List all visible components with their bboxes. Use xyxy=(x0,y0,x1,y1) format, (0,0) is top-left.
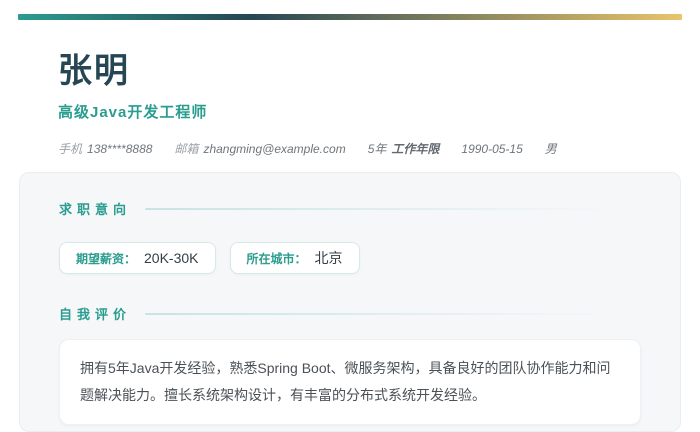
email-value: zhangming@example.com xyxy=(203,142,346,157)
candidate-job-title: 高级Java开发工程师 xyxy=(58,104,208,122)
birth-date-value: 1990-05-15 xyxy=(461,142,523,157)
salary-pill-value: 20K-30K xyxy=(144,250,199,266)
experience-value: 5年 xyxy=(367,142,387,157)
salary-pill-label: 期望薪资： xyxy=(76,251,137,266)
job-intention-pills: 期望薪资： 20K-30K 所在城市： 北京 xyxy=(59,242,641,274)
resume-body-card: 求职意向 期望薪资： 20K-30K 所在城市： 北京 自我评价 拥有5年Jav… xyxy=(19,172,681,432)
gender-value: 男 xyxy=(544,142,557,157)
self-evaluation-text: 拥有5年Java开发经验，熟悉Spring Boot、微服务架构，具备良好的团队… xyxy=(80,360,611,403)
phone-label: 手机 xyxy=(58,142,83,157)
contact-birth-date: 1990-05-15 xyxy=(461,142,522,156)
city-pill: 所在城市： 北京 xyxy=(229,242,360,274)
email-label: 邮箱 xyxy=(174,142,199,157)
contact-email: 邮箱 zhangming@example.com xyxy=(174,140,345,157)
contact-info-row: 手机 138****8888 邮箱 zhangming@example.com … xyxy=(58,140,660,157)
resume-header: 张明 高级Java开发工程师 手机 138****8888 邮箱 zhangmi… xyxy=(58,52,660,157)
self-evaluation-box: 拥有5年Java开发经验，熟悉Spring Boot、微服务架构，具备良好的团队… xyxy=(59,339,641,425)
contact-phone: 手机 138****8888 xyxy=(58,140,152,157)
phone-value: 138****8888 xyxy=(87,142,153,157)
self-evaluation-title: 自我评价 xyxy=(59,307,132,322)
self-evaluation-section-header: 自我评价 xyxy=(59,304,641,323)
section-divider xyxy=(145,312,611,315)
contact-gender: 男 xyxy=(545,140,557,157)
salary-pill: 期望薪资： 20K-30K xyxy=(59,242,216,274)
contact-experience: 5年 工作年限 xyxy=(368,140,440,157)
city-pill-label: 所在城市： xyxy=(246,251,307,266)
job-intention-title: 求职意向 xyxy=(59,202,132,217)
job-intention-section-header: 求职意向 xyxy=(59,199,641,218)
city-pill-value: 北京 xyxy=(314,250,343,266)
section-divider xyxy=(145,207,611,210)
candidate-name: 张明 xyxy=(58,52,130,90)
experience-label: 工作年限 xyxy=(391,142,440,157)
accent-gradient-bar xyxy=(18,14,682,20)
